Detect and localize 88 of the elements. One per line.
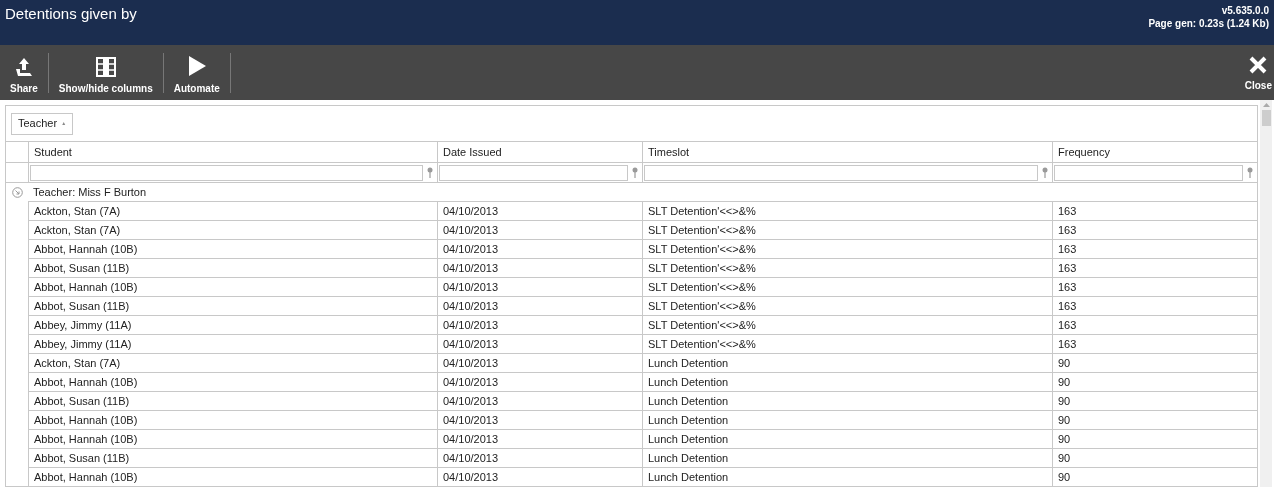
table-cell: Abbot, Susan (11B) — [28, 296, 437, 315]
play-icon — [186, 54, 207, 77]
share-icon — [13, 56, 34, 77]
toolbar-button[interactable]: Automate — [163, 47, 230, 98]
version-text: v5.635.0.0 — [1221, 4, 1269, 17]
table-cell: 04/10/2013 — [437, 239, 642, 258]
table-cell: 90 — [1052, 448, 1257, 467]
filter-field[interactable] — [1054, 164, 1243, 181]
table-cell: SLT Detention'<<>&% — [642, 258, 1052, 277]
filter-field[interactable] — [439, 164, 628, 181]
table-cell: Abbot, Hannah (10B) — [28, 410, 437, 429]
table-cell: Lunch Detention — [642, 391, 1052, 410]
filter-field[interactable] — [644, 164, 1038, 181]
table-cell: 163 — [1052, 277, 1257, 296]
toolbar-button[interactable]: Show/hide columns — [48, 47, 163, 98]
table-cell: Abbot, Hannah (10B) — [28, 372, 437, 391]
table-cell: 04/10/2013 — [437, 220, 642, 239]
table-cell: 04/10/2013 — [437, 258, 642, 277]
table-cell: 163 — [1052, 220, 1257, 239]
table-cell: Abbey, Jimmy (11A) — [28, 334, 437, 353]
table-cell: 163 — [1052, 239, 1257, 258]
table-cell: Lunch Detention — [642, 448, 1052, 467]
page-gen-text: Page gen: 0.23s (1.24 Kb) — [1148, 17, 1269, 30]
table-cell: Abbot, Hannah (10B) — [28, 429, 437, 448]
table-cell: Ackton, Stan (7A) — [28, 353, 437, 372]
table-cell: 04/10/2013 — [437, 429, 642, 448]
close-button[interactable]: Close — [1242, 45, 1274, 95]
table-cell: 04/10/2013 — [437, 448, 642, 467]
close-icon — [1249, 56, 1268, 74]
scrollbar[interactable] — [1260, 100, 1272, 487]
table-cell: SLT Detention'<<>&% — [642, 296, 1052, 315]
group-toggle-icon[interactable] — [11, 186, 23, 198]
column-header[interactable]: Timeslot — [642, 142, 1052, 162]
scroll-thumb[interactable] — [1261, 110, 1271, 126]
table-cell: 90 — [1052, 467, 1257, 486]
table-cell: Abbot, Susan (11B) — [28, 258, 437, 277]
scroll-up-icon[interactable] — [1262, 103, 1270, 107]
filter-field[interactable] — [30, 164, 423, 181]
table-cell: 04/10/2013 — [437, 334, 642, 353]
table-cell: Abbey, Jimmy (11A) — [28, 315, 437, 334]
table-cell: 90 — [1052, 391, 1257, 410]
table-cell: 90 — [1052, 372, 1257, 391]
table-cell: Lunch Detention — [642, 353, 1052, 372]
filter-icon[interactable] — [1246, 167, 1254, 178]
filter-icon[interactable] — [631, 167, 639, 178]
table-cell: 04/10/2013 — [437, 277, 642, 296]
table-cell: Abbot, Hannah (10B) — [28, 239, 437, 258]
columns-icon — [95, 56, 116, 77]
table-cell: SLT Detention'<<>&% — [642, 277, 1052, 296]
page-title: Detentions given by — [5, 4, 137, 24]
table-cell: Lunch Detention — [642, 429, 1052, 448]
table-cell: Ackton, Stan (7A) — [28, 220, 437, 239]
filter-icon[interactable] — [426, 167, 434, 178]
table-cell: 163 — [1052, 201, 1257, 220]
group-label: Teacher: Miss F Burton — [32, 184, 147, 200]
table-cell: 04/10/2013 — [437, 201, 642, 220]
table-cell: SLT Detention'<<>&% — [642, 239, 1052, 258]
table-cell: Lunch Detention — [642, 410, 1052, 429]
table-cell: Lunch Detention — [642, 372, 1052, 391]
table-cell: 163 — [1052, 296, 1257, 315]
table-cell: SLT Detention'<<>&% — [642, 334, 1052, 353]
table-cell: 163 — [1052, 315, 1257, 334]
table-cell: 90 — [1052, 429, 1257, 448]
table-cell: 04/10/2013 — [437, 353, 642, 372]
table-cell: 90 — [1052, 410, 1257, 429]
table-cell: Abbot, Hannah (10B) — [28, 277, 437, 296]
table-cell: SLT Detention'<<>&% — [642, 220, 1052, 239]
table-cell: Lunch Detention — [642, 467, 1052, 486]
table-cell: 04/10/2013 — [437, 372, 642, 391]
table-cell: Abbot, Susan (11B) — [28, 391, 437, 410]
table-cell: Abbot, Hannah (10B) — [28, 467, 437, 486]
table-cell: SLT Detention'<<>&% — [642, 201, 1052, 220]
table-cell: 04/10/2013 — [437, 391, 642, 410]
table-cell: Abbot, Susan (11B) — [28, 448, 437, 467]
column-header[interactable]: Date Issued — [437, 142, 642, 162]
toolbar-button[interactable]: Share — [0, 47, 48, 98]
column-header[interactable]: Frequency — [1052, 142, 1257, 162]
filter-icon[interactable] — [1041, 167, 1049, 178]
table-cell: SLT Detention'<<>&% — [642, 315, 1052, 334]
table-cell: 90 — [1052, 353, 1257, 372]
table-cell: 04/10/2013 — [437, 315, 642, 334]
table-cell: 04/10/2013 — [437, 296, 642, 315]
table-cell: 04/10/2013 — [437, 410, 642, 429]
column-header[interactable]: Student — [28, 142, 437, 162]
table-cell: Ackton, Stan (7A) — [28, 201, 437, 220]
table-cell: 04/10/2013 — [437, 467, 642, 486]
table-cell: 163 — [1052, 258, 1257, 277]
table-cell: 163 — [1052, 334, 1257, 353]
